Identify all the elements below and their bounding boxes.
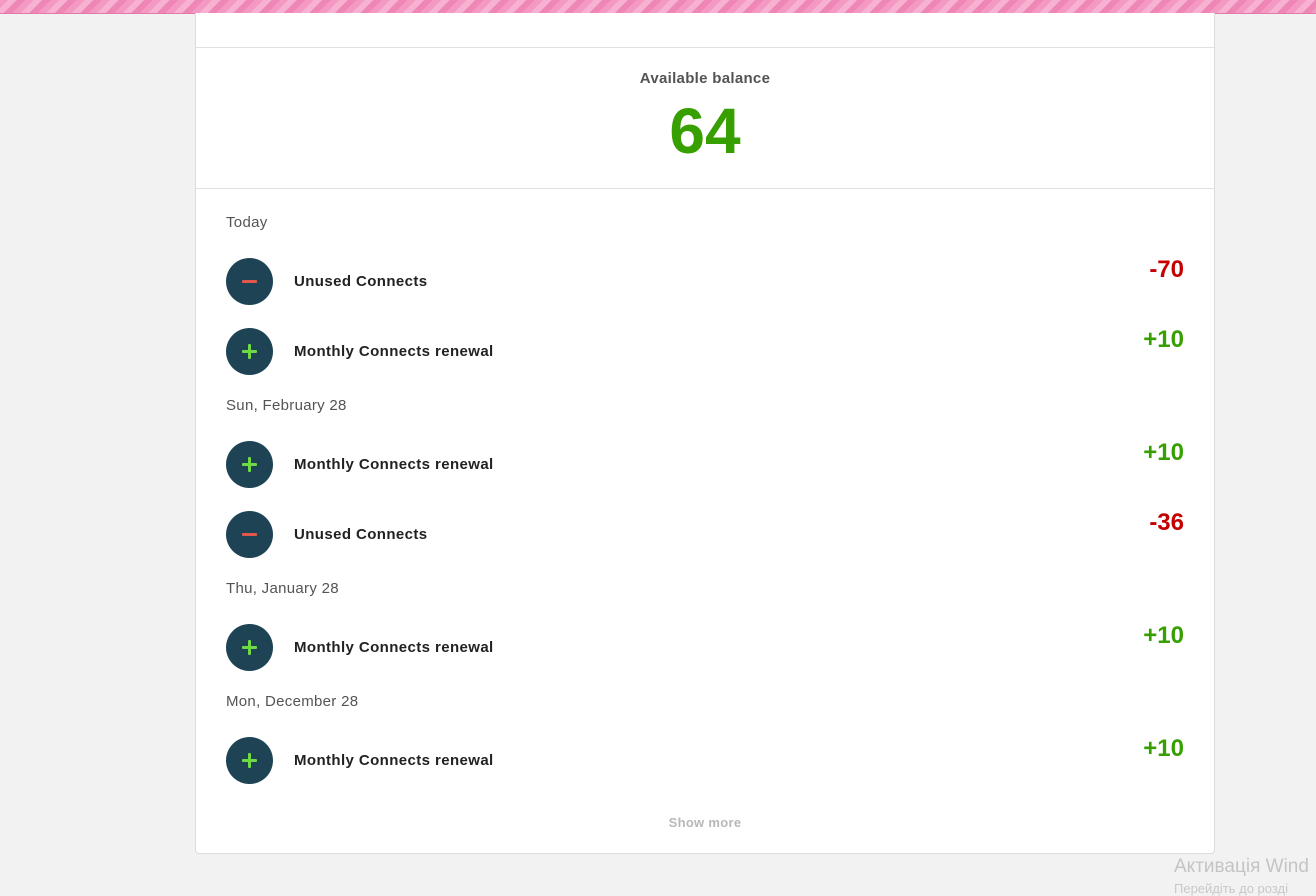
date-label: Mon, December 28 bbox=[226, 693, 359, 710]
transaction-amount: +10 bbox=[1143, 439, 1184, 466]
transaction-row: Monthly Connects renewal +10 bbox=[226, 622, 1184, 672]
balance-label: Available balance bbox=[639, 70, 771, 87]
plus-icon bbox=[226, 737, 273, 784]
browser-bookmarks-strip bbox=[0, 0, 1316, 14]
transaction-label: Monthly Connects renewal bbox=[294, 639, 494, 656]
windows-activation-subtitle: Перейдіть до розді bbox=[1174, 881, 1288, 896]
transaction-amount: +10 bbox=[1143, 735, 1184, 762]
date-label: Sun, February 28 bbox=[226, 397, 347, 414]
balance-value: 64 bbox=[669, 95, 741, 167]
date-label: Thu, January 28 bbox=[226, 580, 339, 597]
minus-icon bbox=[226, 511, 273, 558]
windows-activation-watermark: Активація Wind bbox=[1174, 856, 1309, 877]
balance-section: Available balance 64 bbox=[196, 47, 1214, 189]
transaction-label: Unused Connects bbox=[294, 526, 428, 543]
plus-icon bbox=[226, 441, 273, 488]
minus-icon bbox=[226, 258, 273, 305]
transaction-amount: -70 bbox=[1149, 256, 1184, 283]
plus-icon bbox=[226, 624, 273, 671]
transaction-row: Monthly Connects renewal +10 bbox=[226, 735, 1184, 785]
connects-history-card: Available balance 64 Today Unused Connec… bbox=[195, 13, 1215, 854]
transaction-row: Monthly Connects renewal +10 bbox=[226, 439, 1184, 489]
transaction-row: Unused Connects -36 bbox=[226, 509, 1184, 559]
plus-icon bbox=[226, 328, 273, 375]
transaction-amount: +10 bbox=[1143, 622, 1184, 649]
show-more-button[interactable]: Show more bbox=[196, 815, 1214, 830]
transaction-label: Monthly Connects renewal bbox=[294, 343, 494, 360]
transaction-label: Monthly Connects renewal bbox=[294, 456, 494, 473]
transaction-amount: -36 bbox=[1149, 509, 1184, 536]
card-header bbox=[196, 13, 1214, 48]
transaction-row: Monthly Connects renewal +10 bbox=[226, 326, 1184, 376]
transaction-label: Monthly Connects renewal bbox=[294, 752, 494, 769]
transaction-amount: +10 bbox=[1143, 326, 1184, 353]
transaction-row: Unused Connects -70 bbox=[226, 256, 1184, 306]
transaction-label: Unused Connects bbox=[294, 273, 428, 290]
date-label: Today bbox=[226, 214, 268, 231]
